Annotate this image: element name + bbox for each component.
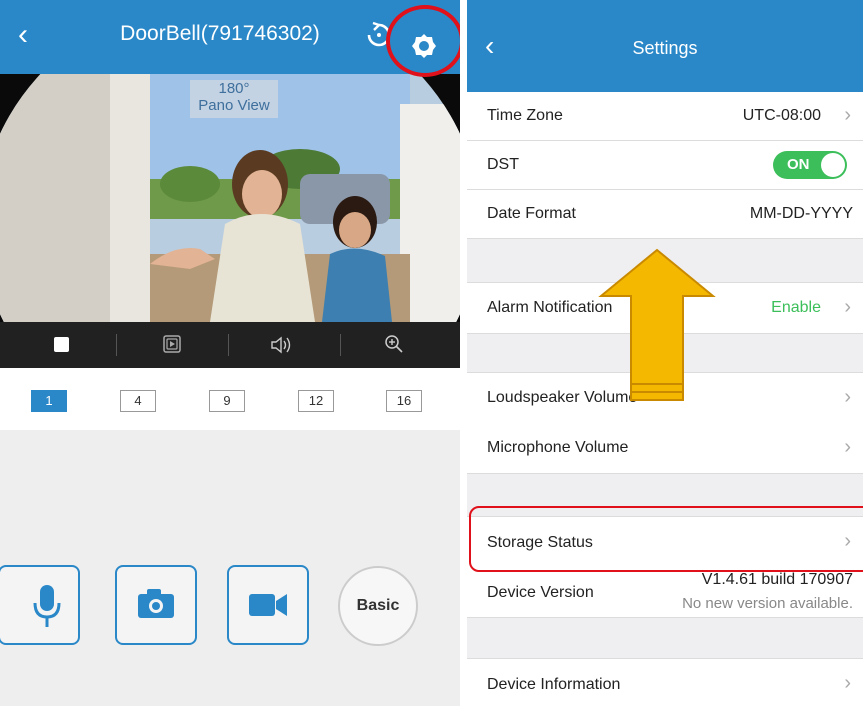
microphone-volume-label: Microphone Volume [487, 439, 629, 456]
dst-row: DST ON [467, 141, 863, 190]
camera-icon [138, 589, 174, 618]
device-information-row[interactable]: Device Information › [467, 658, 863, 706]
pano-view-label: 180° Pano View [190, 80, 278, 114]
toggle-knob [821, 153, 845, 177]
split-12-button[interactable]: 12 [298, 390, 334, 412]
doorbell-live-view-panel: ‹ DoorBell(791746302) 180° Pano View 1 4… [0, 0, 460, 706]
date-format-value: MM-DD-YYYY [749, 205, 853, 222]
divider [340, 334, 341, 356]
divider [228, 334, 229, 356]
stop-icon[interactable] [54, 337, 69, 352]
time-zone-value: UTC-08:00 [742, 107, 821, 124]
chevron-right-icon: › [844, 436, 851, 458]
pano-view-text: Pano View [198, 97, 270, 114]
chevron-right-icon: › [844, 672, 851, 694]
speaker-icon[interactable] [270, 335, 294, 360]
alarm-notification-label: Alarm Notification [487, 299, 613, 316]
date-format-label: Date Format [487, 205, 576, 222]
microphone-icon [33, 585, 61, 627]
alarm-notification-value: Enable [771, 299, 821, 316]
date-format-row[interactable]: Date Format MM-DD-YYYY [467, 190, 863, 239]
update-status-text: No new version available. [682, 595, 853, 612]
dst-label: DST [487, 156, 519, 173]
device-version-row: Device Version V1.4.61 build 170907 No n… [467, 567, 863, 618]
record-video-button[interactable] [227, 565, 309, 645]
chevron-right-icon: › [844, 296, 851, 318]
device-version-value: V1.4.61 build 170907 [701, 571, 853, 588]
time-zone-row[interactable]: Time Zone UTC-08:00 › [467, 92, 863, 141]
page-title: DoorBell(791746302) [120, 22, 320, 45]
split-9-button[interactable]: 9 [209, 390, 245, 412]
dst-toggle[interactable]: ON [773, 151, 847, 179]
video-control-bar [0, 322, 460, 368]
zoom-in-icon[interactable] [384, 334, 404, 359]
snapshot-button[interactable] [115, 565, 197, 645]
gear-highlight-circle [386, 5, 460, 77]
microphone-button[interactable] [0, 565, 80, 645]
device-information-label: Device Information [487, 676, 621, 693]
settings-top-bar: ‹ Settings [467, 0, 863, 92]
video-camera-icon [249, 594, 287, 616]
back-icon[interactable]: ‹ [18, 20, 28, 50]
divider [116, 334, 117, 356]
chevron-right-icon: › [844, 104, 851, 126]
dst-toggle-text: ON [787, 156, 810, 173]
basic-mode-button[interactable]: Basic [338, 566, 418, 646]
split-screen-selector: 1 4 9 12 16 [0, 368, 460, 430]
up-arrow-annotation [598, 248, 716, 401]
settings-title: Settings [632, 38, 698, 58]
chevron-right-icon: › [844, 386, 851, 408]
split-1-button[interactable]: 1 [31, 390, 67, 412]
split-16-button[interactable]: 16 [386, 390, 422, 412]
time-zone-label: Time Zone [487, 107, 563, 124]
device-version-label: Device Version [487, 584, 594, 601]
storage-highlight-box [469, 506, 863, 572]
playback-icon[interactable] [163, 335, 181, 358]
split-4-button[interactable]: 4 [120, 390, 156, 412]
settings-panel: ‹ Settings Time Zone UTC-08:00 › DST ON … [467, 0, 863, 706]
camera-video-feed[interactable]: 180° Pano View [0, 74, 460, 322]
pano-degree-text: 180° [218, 80, 250, 97]
microphone-volume-row[interactable]: Microphone Volume › [467, 423, 863, 474]
